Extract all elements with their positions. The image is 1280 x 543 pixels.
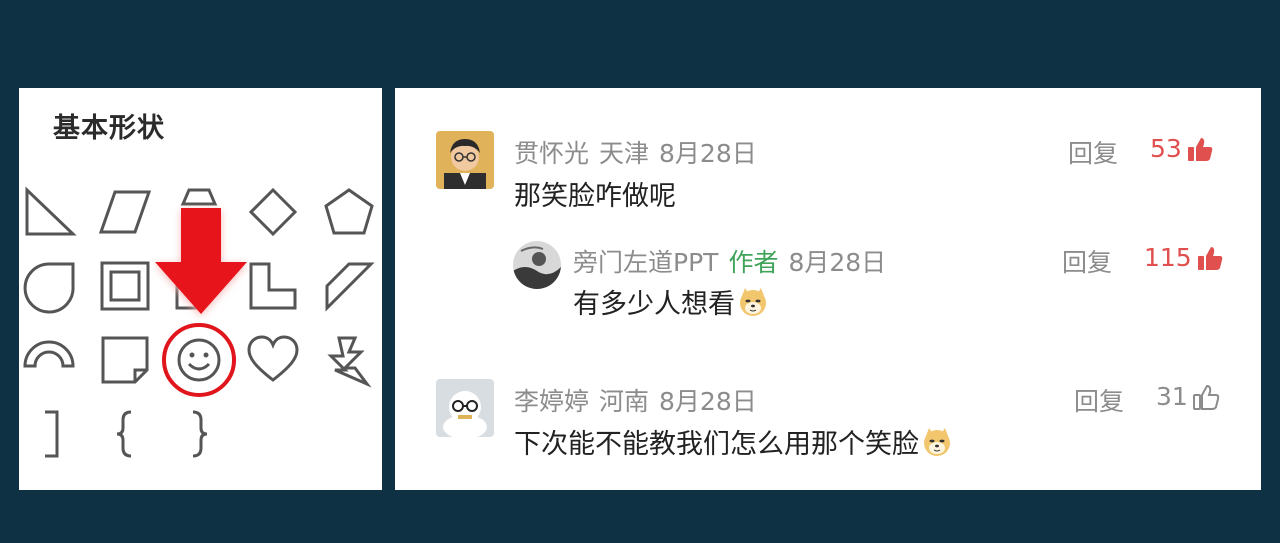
avatar[interactable] <box>513 241 561 289</box>
comment-text-content: 下次能不能教我们怎么用那个笑脸 <box>514 429 919 460</box>
avatar[interactable] <box>436 379 494 437</box>
teardrop-shape[interactable] <box>21 258 77 314</box>
avatar[interactable] <box>436 131 494 189</box>
doge-emoji-icon <box>737 286 769 318</box>
right-triangle-shape[interactable] <box>21 184 77 240</box>
red-down-arrow-icon <box>147 204 255 322</box>
thumbs-up-filled-icon <box>1186 135 1214 163</box>
comment-meta: 旁门左道PPT 作者 8月28日 <box>573 243 896 279</box>
author-badge: 作者 <box>728 248 779 277</box>
comment-text-content: 有多少人想看 <box>573 289 735 320</box>
date: 8月28日 <box>788 248 887 277</box>
like-count: 31 <box>1156 382 1188 411</box>
shapes-panel-title: 基本形状 <box>53 113 165 144</box>
like-button[interactable]: 115 <box>1144 243 1224 272</box>
comment-text: 下次能不能教我们怎么用那个笑脸 <box>514 422 953 461</box>
lightning-bolt-shape[interactable] <box>321 332 377 388</box>
parallelogram-shape[interactable] <box>97 184 153 240</box>
doge-emoji-icon <box>921 426 953 458</box>
highlight-circle <box>160 321 238 399</box>
date: 8月28日 <box>659 139 757 168</box>
like-count: 115 <box>1144 243 1192 272</box>
right-bracket-shape[interactable] <box>21 406 77 462</box>
heart-shape[interactable] <box>245 332 301 388</box>
thumbs-up-filled-icon <box>1196 244 1224 272</box>
username[interactable]: 贯怀光 <box>514 139 589 168</box>
date: 8月28日 <box>659 387 757 416</box>
location: 河南 <box>599 387 650 416</box>
left-brace-shape[interactable] <box>97 406 153 462</box>
reply-button[interactable]: 回复 <box>1062 243 1112 279</box>
comments-panel: 贯怀光 天津 8月28日 回复 53 那笑脸咋做呢 旁门左道PPT 作者 8月28日 回… <box>395 88 1261 490</box>
like-button[interactable]: 31 <box>1156 382 1220 411</box>
username[interactable]: 李婷婷 <box>514 387 589 416</box>
like-button[interactable]: 53 <box>1150 134 1214 163</box>
diagonal-stripe-shape[interactable] <box>321 258 377 314</box>
location: 天津 <box>599 139 650 168</box>
shapes-panel: 基本形状 <box>19 88 382 490</box>
frame-shape[interactable] <box>97 258 153 314</box>
block-arc-shape[interactable] <box>21 332 77 388</box>
comment-text: 有多少人想看 <box>573 282 769 321</box>
folded-corner-shape[interactable] <box>97 332 153 388</box>
username[interactable]: 旁门左道PPT <box>573 248 718 277</box>
like-count: 53 <box>1150 134 1182 163</box>
reply-button[interactable]: 回复 <box>1074 382 1124 418</box>
right-brace-shape[interactable] <box>171 406 227 462</box>
thumbs-up-outline-icon <box>1192 383 1220 411</box>
comment-text: 那笑脸咋做呢 <box>514 181 676 212</box>
comment-meta: 贯怀光 天津 8月28日 <box>514 134 767 170</box>
comment-meta: 李婷婷 河南 8月28日 <box>514 382 767 418</box>
reply-button[interactable]: 回复 <box>1068 134 1118 170</box>
pentagon-shape[interactable] <box>321 184 377 240</box>
